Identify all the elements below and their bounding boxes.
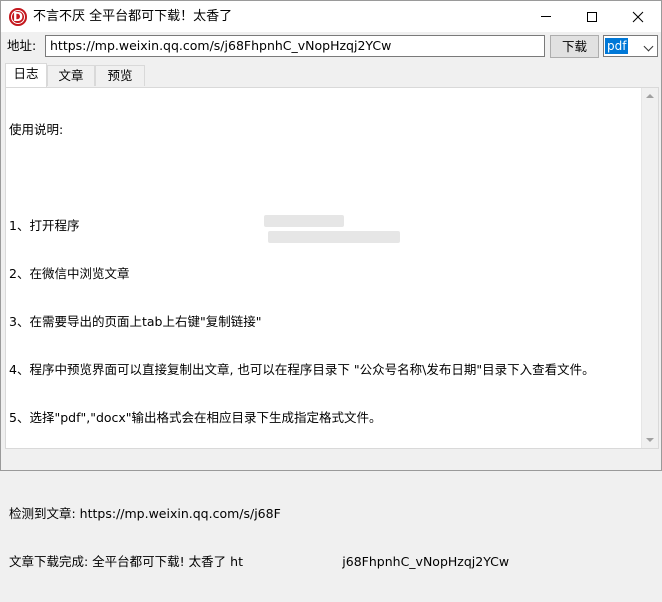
maximize-button[interactable] [569, 1, 615, 32]
log-line: 4、程序中预览界面可以直接复制出文章, 也可以在程序目录下 "公众号名称\发布日… [9, 362, 595, 377]
minimize-icon [541, 16, 551, 17]
scroll-down-icon[interactable] [646, 438, 654, 442]
scroll-up-icon[interactable] [646, 94, 654, 98]
close-button[interactable] [615, 1, 661, 32]
vertical-scrollbar[interactable] [641, 88, 658, 448]
log-line: 检测到文章: https://mp.weixin.qq.com/s/j68F [9, 506, 281, 521]
url-input[interactable]: https://mp.weixin.qq.com/s/j68FhpnhC_vNo… [45, 35, 545, 57]
log-content[interactable]: 使用说明: 1、打开程序 2、在微信中浏览文章 3、在需要导出的页面上tab上右… [9, 90, 641, 602]
maximize-icon [587, 11, 597, 22]
chevron-down-icon [643, 41, 654, 52]
tab-bar: 日志 文章 预览 [1, 63, 661, 87]
app-logo-icon: D [9, 8, 27, 26]
tab-log[interactable]: 日志 [5, 63, 47, 87]
address-label: 地址: [7, 38, 37, 53]
log-line: 2、在微信中浏览文章 [9, 266, 130, 281]
minimize-button[interactable] [523, 1, 569, 32]
app-window: D 不言不厌 全平台都可下载！太香了 地址: https://mp.weixin… [0, 0, 662, 569]
log-panel[interactable]: 使用说明: 1、打开程序 2、在微信中浏览文章 3、在需要导出的页面上tab上右… [5, 87, 659, 569]
redacted-text [264, 215, 344, 227]
close-icon [632, 11, 644, 22]
title-bar[interactable]: D 不言不厌 全平台都可下载！太香了 [1, 1, 661, 32]
format-selected-value: pdf [605, 38, 629, 54]
tab-preview[interactable]: 预览 [95, 65, 145, 86]
log-line: 5、选择"pdf","docx"输出格式会在相应目录下生成指定格式文件。 [9, 410, 382, 425]
tab-article[interactable]: 文章 [47, 65, 95, 86]
redacted-text [268, 231, 400, 243]
log-line: 使用说明: [9, 122, 64, 137]
window-title: 不言不厌 全平台都可下载！太香了 [33, 9, 233, 24]
log-line: 3、在需要导出的页面上tab上右键"复制链接" [9, 314, 262, 329]
format-select[interactable]: pdf [603, 35, 658, 57]
download-button[interactable]: 下载 [550, 35, 599, 58]
log-line: 文章下载完成: 全平台都可下载! 太香了 ht j68FhpnhC_vNopHz… [9, 554, 510, 569]
